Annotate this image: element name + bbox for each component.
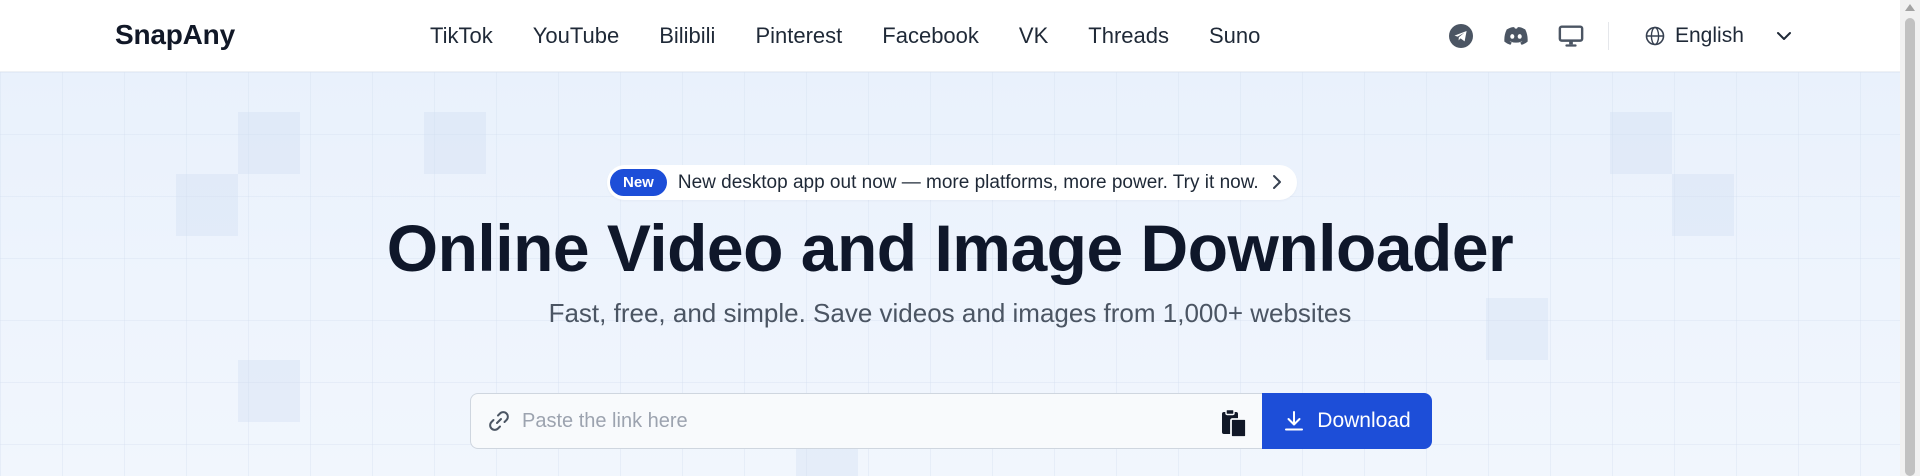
download-button-label: Download xyxy=(1317,409,1411,432)
announcement-banner[interactable]: New New desktop app out now — more platf… xyxy=(607,165,1297,200)
language-selector[interactable]: English xyxy=(1645,22,1792,50)
grid-cell xyxy=(238,112,300,174)
page-title: Online Video and Image Downloader xyxy=(386,211,1514,285)
nav-item-bilibili[interactable]: Bilibili xyxy=(659,22,715,50)
site-header: SnapAny TikTok YouTube Bilibili Pinteres… xyxy=(0,0,1900,72)
brand-logo[interactable]: SnapAny xyxy=(115,19,235,51)
nav-item-youtube[interactable]: YouTube xyxy=(533,22,619,50)
hero-section: New New desktop app out now — more platf… xyxy=(0,72,1900,476)
download-button[interactable]: Download xyxy=(1262,393,1432,449)
discord-icon[interactable] xyxy=(1503,23,1529,49)
nav-item-threads[interactable]: Threads xyxy=(1088,22,1169,50)
scrollbar-thumb[interactable] xyxy=(1905,18,1915,476)
download-icon xyxy=(1285,411,1304,431)
nav-item-tiktok[interactable]: TikTok xyxy=(430,22,493,50)
link-icon xyxy=(489,411,509,431)
chevron-right-icon xyxy=(1273,175,1281,189)
page-subtitle: Fast, free, and simple. Save videos and … xyxy=(548,298,1352,328)
grid-cell xyxy=(424,112,486,174)
announcement-text: New desktop app out now — more platforms… xyxy=(677,171,1259,193)
main-nav: TikTok YouTube Bilibili Pinterest Facebo… xyxy=(430,22,1300,50)
nav-item-facebook[interactable]: Facebook xyxy=(882,22,979,50)
grid-cell xyxy=(1610,112,1672,174)
new-badge: New xyxy=(610,169,667,196)
desktop-icon[interactable] xyxy=(1558,23,1584,49)
nav-item-vk[interactable]: VK xyxy=(1019,22,1048,50)
nav-item-suno[interactable]: Suno xyxy=(1209,22,1260,50)
language-label: English xyxy=(1675,24,1744,47)
url-search-bar: Download xyxy=(470,393,1432,449)
nav-item-pinterest[interactable]: Pinterest xyxy=(755,22,842,50)
page-scrollbar[interactable] xyxy=(1900,0,1920,476)
chevron-down-icon xyxy=(1776,32,1791,40)
paste-clipboard-icon[interactable] xyxy=(1220,408,1248,438)
url-input-wrapper xyxy=(470,393,1262,449)
globe-icon xyxy=(1645,26,1665,46)
url-input[interactable] xyxy=(471,394,1262,448)
grid-cell xyxy=(238,360,300,422)
telegram-icon[interactable] xyxy=(1448,23,1474,49)
header-divider xyxy=(1608,22,1609,50)
scroll-up-arrow-icon[interactable] xyxy=(1905,4,1915,11)
